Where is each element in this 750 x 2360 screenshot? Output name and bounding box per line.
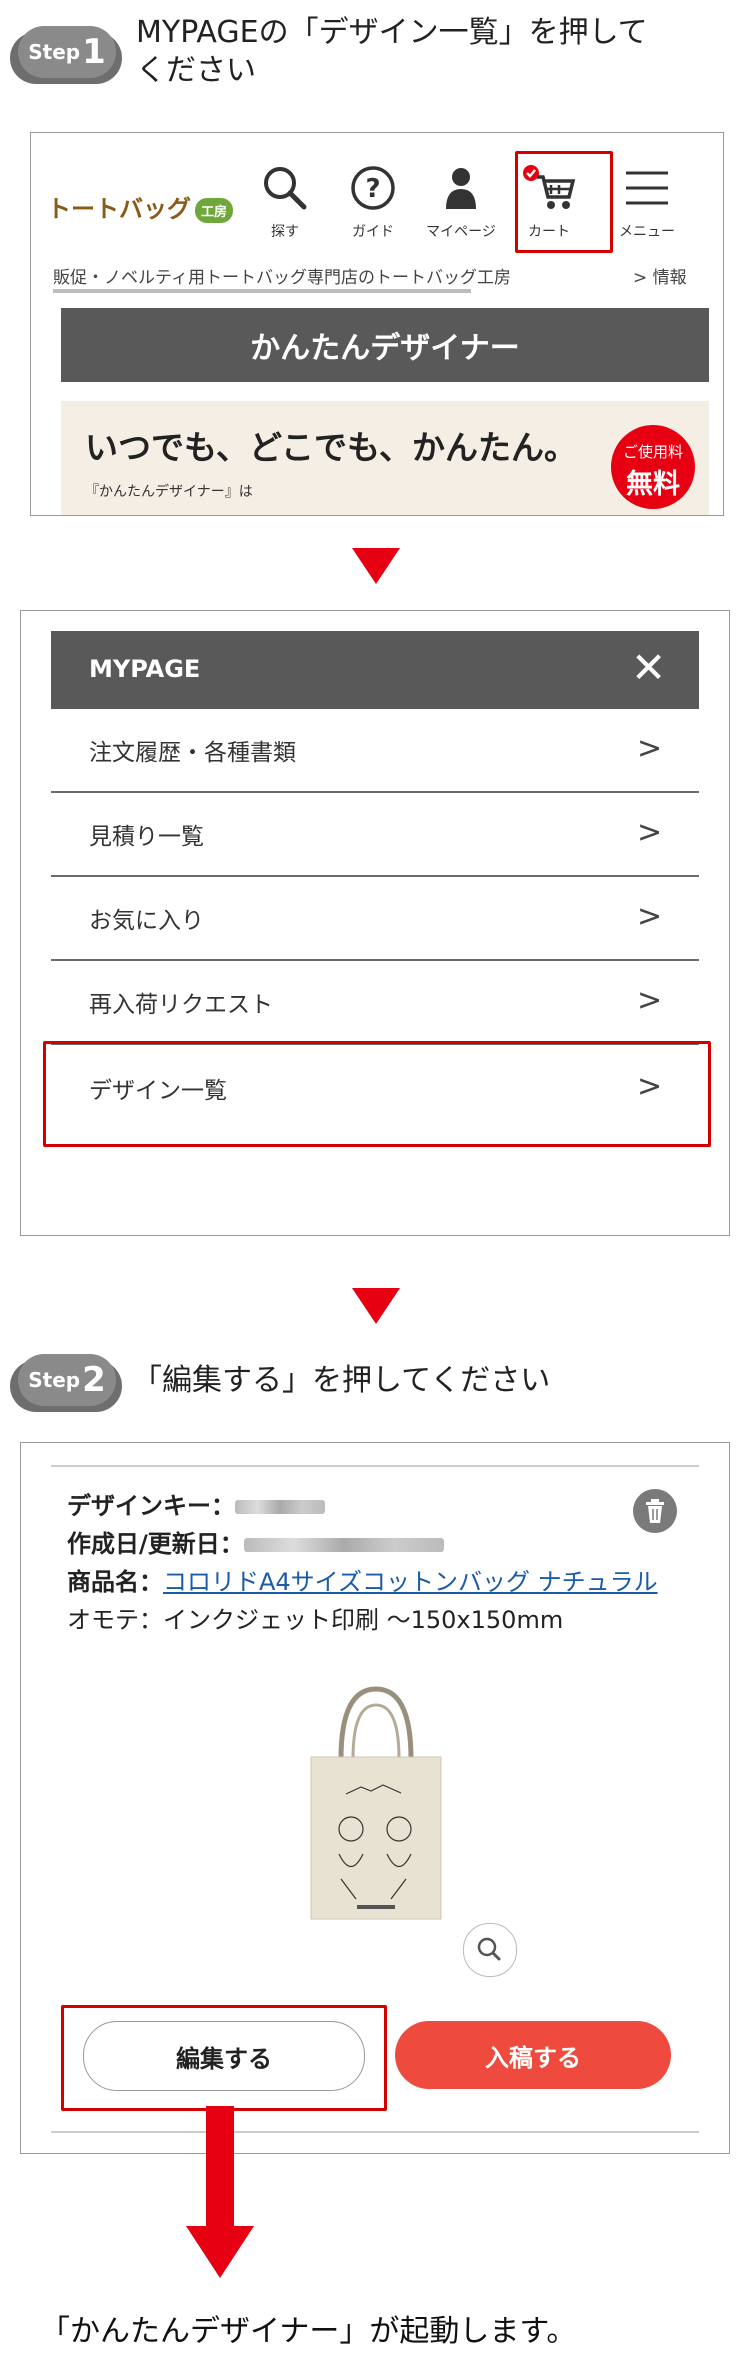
menu-item-label: 再入荷リクエスト bbox=[89, 992, 273, 1018]
user-icon bbox=[446, 168, 476, 209]
date-value-redacted bbox=[243, 1538, 444, 1552]
nav-search[interactable]: 探す bbox=[245, 163, 325, 241]
promo-subtext: 『かんたんデザイナー』は bbox=[85, 484, 253, 500]
site-logo[interactable]: トートバッグ 工房 bbox=[47, 189, 234, 224]
step1-badge: Step 1 bbox=[10, 26, 122, 84]
screenshot-header: トートバッグ 工房 探す ? ガイド マイページ カート メニュー 販促・ノベルテ… bbox=[30, 132, 724, 516]
delete-button[interactable] bbox=[633, 1489, 677, 1533]
breadcrumb[interactable]: 販促・ノベルティ用トートバッグ専門店のトートバッグ工房 bbox=[53, 263, 511, 288]
result-message: 「かんたんデザイナー」が起動します。 bbox=[40, 2314, 577, 2349]
step2-badge-word: Step bbox=[28, 1368, 81, 1392]
menu-item-favorites[interactable]: お気に入り > bbox=[51, 877, 699, 961]
nav-search-label: 探す bbox=[271, 224, 299, 240]
design-key-value-redacted bbox=[235, 1500, 325, 1514]
cart-highlight bbox=[515, 151, 613, 253]
step1-badge-number: 1 bbox=[82, 32, 106, 72]
step1-instruction: MYPAGEの「デザイン一覧」を押して ください bbox=[136, 14, 648, 90]
nav-menu[interactable]: メニュー bbox=[607, 163, 687, 241]
chevron-right-icon: > bbox=[637, 815, 663, 850]
menu-item-label: お気に入り bbox=[89, 908, 204, 934]
menu-title: MYPAGE bbox=[89, 655, 201, 683]
logo-badge: 工房 bbox=[195, 197, 234, 223]
down-arrow-icon bbox=[352, 548, 400, 584]
date-label: 作成日/更新日： bbox=[67, 1530, 244, 1558]
red-arrow-head-icon bbox=[186, 2226, 254, 2278]
date-row: 作成日/更新日： bbox=[67, 1525, 444, 1563]
nav-mypage-label: マイページ bbox=[426, 224, 496, 240]
submit-button[interactable]: 入稿する bbox=[395, 2021, 671, 2089]
design-key-label: デザインキー： bbox=[67, 1492, 235, 1520]
design-list-highlight bbox=[43, 1041, 711, 1147]
product-label: 商品名： bbox=[67, 1568, 163, 1596]
step2-badge-number: 2 bbox=[82, 1360, 106, 1400]
magnifier-icon bbox=[477, 1937, 501, 1961]
design-key-row: デザインキー： bbox=[67, 1487, 325, 1525]
logo-text: トートバッグ bbox=[47, 195, 191, 223]
screenshot-mypage-menu: MYPAGE ✕ 注文履歴・各種書類 > 見積り一覧 > お気に入り > 再入荷… bbox=[20, 610, 730, 1236]
help-icon: ? bbox=[351, 166, 395, 210]
free-badge: ご使用料 無料 bbox=[611, 425, 695, 509]
menu-item-label: 見積り一覧 bbox=[89, 824, 204, 850]
card-bottom-divider bbox=[51, 2131, 699, 2133]
breadcrumb-more[interactable]: > 情報 bbox=[633, 263, 687, 288]
card-top-divider bbox=[51, 1465, 699, 1467]
design-card: デザインキー： 作成日/更新日： 商品名：コロリドA4サイズコットンバッグ ナチ… bbox=[20, 1442, 730, 2154]
edit-button-highlight bbox=[61, 2005, 387, 2111]
menu-item-label: 注文履歴・各種書類 bbox=[89, 740, 296, 766]
product-name-link[interactable]: コロリドA4サイズコットンバッグ ナチュラル bbox=[163, 1568, 658, 1596]
scroll-indicator bbox=[53, 289, 471, 293]
close-icon[interactable]: ✕ bbox=[631, 643, 666, 693]
product-row: 商品名：コロリドA4サイズコットンバッグ ナチュラル bbox=[67, 1563, 658, 1601]
step1-badge-word: Step bbox=[28, 40, 81, 64]
red-arrow-shaft bbox=[206, 2106, 234, 2230]
step2-badge: Step 2 bbox=[10, 1354, 122, 1412]
menu-header: MYPAGE ✕ bbox=[51, 631, 699, 709]
tote-bag-image bbox=[310, 1686, 442, 1920]
chevron-right-icon: > bbox=[637, 899, 663, 934]
nav-mypage[interactable]: マイページ bbox=[421, 163, 501, 241]
promo-banner[interactable]: いつでも、どこでも、かんたん。 『かんたんデザイナー』は ご使用料 無料 bbox=[61, 401, 709, 515]
trash-icon bbox=[646, 1499, 664, 1523]
hamburger-icon bbox=[626, 171, 668, 205]
free-badge-line2: 無料 bbox=[626, 469, 680, 500]
nav-menu-label: メニュー bbox=[619, 224, 675, 240]
menu-item-order-history[interactable]: 注文履歴・各種書類 > bbox=[51, 709, 699, 793]
menu-item-quotes[interactable]: 見積り一覧 > bbox=[51, 793, 699, 877]
free-badge-line1: ご使用料 bbox=[622, 443, 683, 461]
menu-item-restock-request[interactable]: 再入荷リクエスト > bbox=[51, 961, 699, 1045]
page-title: かんたんデザイナー bbox=[61, 308, 709, 382]
search-icon bbox=[264, 167, 307, 210]
step2-instruction: 「編集する」を押してください bbox=[132, 1363, 551, 1398]
chevron-right-icon: > bbox=[637, 731, 663, 766]
nav-guide-label: ガイド bbox=[352, 224, 394, 240]
step1-instruction-line2: ください bbox=[136, 53, 256, 88]
print-info: オモテ：インクジェット印刷 ～150x150mm bbox=[67, 1606, 564, 1634]
promo-headline: いつでも、どこでも、かんたん。 bbox=[85, 428, 578, 467]
svg-text:?: ? bbox=[365, 174, 380, 204]
down-arrow-icon bbox=[352, 1288, 400, 1324]
chevron-right-icon: > bbox=[637, 983, 663, 1018]
nav-guide[interactable]: ? ガイド bbox=[333, 163, 413, 241]
step1-instruction-line1: MYPAGEの「デザイン一覧」を押して bbox=[136, 15, 648, 50]
zoom-button[interactable] bbox=[463, 1923, 517, 1977]
